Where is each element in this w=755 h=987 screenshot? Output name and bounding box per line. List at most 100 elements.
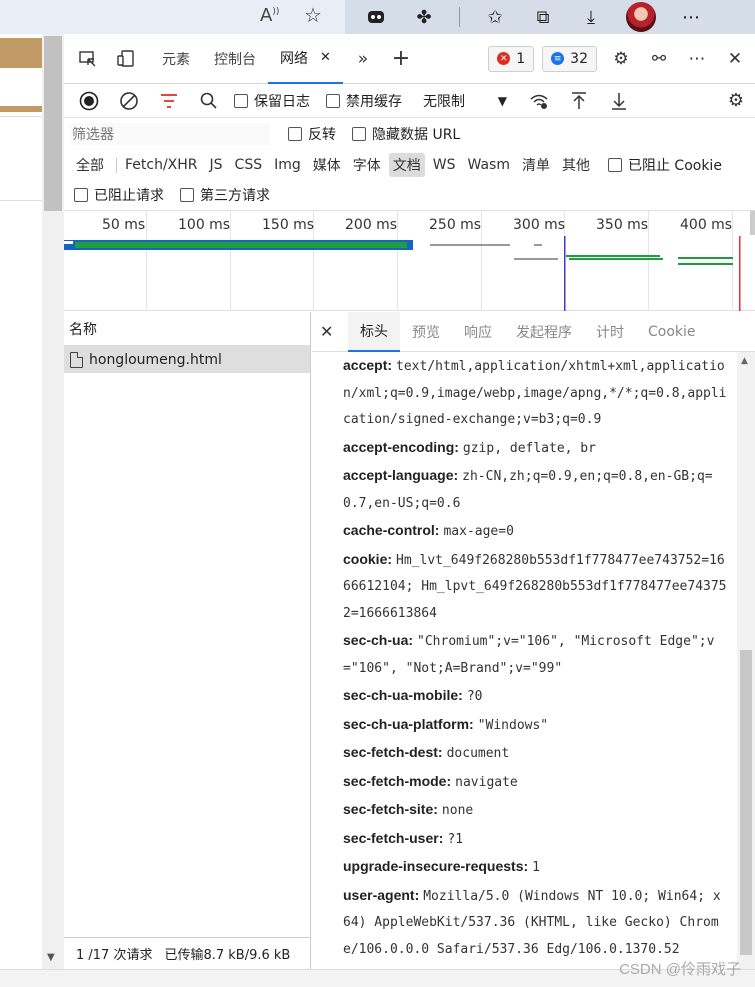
scrollbar-thumb[interactable] — [44, 36, 62, 211]
header-row: sec-fetch-user: ?1 — [343, 825, 728, 854]
message-count: 32 — [570, 50, 588, 67]
favorites-icon[interactable]: ✩ — [482, 4, 508, 30]
close-icon[interactable]: ✕ — [320, 50, 331, 65]
error-count: 1 — [516, 50, 526, 67]
divider — [459, 7, 460, 27]
type-all[interactable]: 全部 — [72, 153, 108, 177]
filter-input[interactable] — [70, 123, 270, 145]
waterfall-bar — [678, 263, 733, 265]
network-conditions-icon[interactable] — [524, 86, 554, 116]
devtools-tabbar: 元素 控制台 网络 ✕ » + ✕ 1 ≡ 32 ⚙ ⚯ ⋯ ✕ — [64, 33, 755, 84]
type-fetch-xhr[interactable]: Fetch/XHR — [121, 155, 202, 175]
blocked-filters-row: 已阻止请求 第三方请求 — [64, 180, 755, 210]
type-css[interactable]: CSS — [231, 155, 267, 175]
page-scrollbar[interactable]: ▼ — [42, 34, 64, 969]
third-party-checkbox[interactable]: 第三方请求 — [180, 185, 270, 205]
checkbox-box[interactable] — [74, 188, 88, 202]
tab-elements[interactable]: 元素 — [150, 34, 202, 84]
avatar[interactable] — [626, 2, 656, 32]
tick-label: 350 ms — [596, 217, 649, 233]
checkbox-box[interactable] — [234, 93, 248, 108]
tab-console[interactable]: 控制台 — [202, 34, 268, 84]
details-scrollbar[interactable]: ▲ — [737, 352, 755, 969]
add-tab-icon[interactable]: + — [387, 45, 415, 73]
network-settings-gear-icon[interactable]: ⚙ — [721, 86, 751, 116]
type-js[interactable]: JS — [206, 155, 227, 175]
checkbox-label: 反转 — [308, 127, 336, 143]
favorite-add-icon[interactable]: ☆ — [304, 3, 322, 27]
close-devtools-icon[interactable]: ✕ — [721, 45, 749, 73]
waterfall-bar — [534, 244, 542, 246]
customize-icon[interactable]: ⚯ — [645, 45, 673, 73]
timeline-overview[interactable]: 50 ms 100 ms 150 ms 200 ms 250 ms 300 ms… — [64, 210, 755, 311]
type-manifest[interactable]: 清单 — [518, 153, 554, 177]
checkbox-box[interactable] — [326, 93, 340, 108]
tick-label: 100 ms — [178, 217, 231, 233]
message-badge[interactable]: ≡ 32 — [542, 45, 597, 72]
search-icon[interactable] — [194, 86, 224, 116]
puzzle-icon[interactable]: ✤ — [411, 4, 437, 30]
tab-response[interactable]: 响应 — [452, 312, 504, 352]
more-options-icon[interactable]: ⋯ — [683, 45, 711, 73]
type-other[interactable]: 其他 — [558, 153, 594, 177]
overview-scrollbar[interactable] — [750, 211, 755, 235]
header-key: accept: — [343, 357, 393, 373]
type-img[interactable]: Img — [270, 155, 305, 175]
header-row: sec-fetch-site: none — [343, 796, 728, 825]
checkbox-box[interactable] — [607, 158, 622, 172]
waterfall-bar — [514, 258, 558, 260]
extension-icon[interactable] — [363, 4, 389, 30]
waterfall-bar — [430, 244, 510, 246]
device-toolbar-icon[interactable] — [112, 45, 140, 73]
header-value: none — [441, 803, 474, 818]
checkbox-box[interactable] — [352, 127, 366, 141]
type-font[interactable]: 字体 — [349, 153, 385, 177]
request-row[interactable]: hongloumeng.html — [64, 346, 310, 373]
read-aloud-icon[interactable]: A)) — [260, 5, 279, 26]
request-details: ✕ 标头 预览 响应 发起程序 计时 Cookie accept: text/ht… — [312, 311, 755, 969]
column-header-name[interactable]: 名称 — [64, 312, 310, 346]
throttling-select[interactable]: 无限制 ▼ — [418, 88, 512, 114]
blocked-requests-checkbox[interactable]: 已阻止请求 — [74, 185, 164, 205]
type-wasm[interactable]: Wasm — [464, 155, 514, 175]
type-doc[interactable]: 文档 — [388, 153, 425, 177]
tab-preview[interactable]: 预览 — [400, 312, 452, 352]
downloads-icon[interactable]: ⤓ — [578, 4, 604, 30]
checkbox-label: 保留日志 — [254, 93, 310, 110]
tab-cookies[interactable]: Cookie — [636, 312, 708, 352]
tab-headers[interactable]: 标头 — [348, 311, 400, 352]
more-icon[interactable]: ⋯ — [678, 4, 704, 30]
type-media[interactable]: 媒体 — [309, 153, 345, 177]
clear-icon[interactable] — [114, 86, 144, 116]
checkbox-box[interactable] — [180, 188, 194, 202]
header-key: user-agent: — [343, 886, 420, 903]
error-badge[interactable]: ✕ 1 — [488, 45, 535, 72]
blocked-cookies-checkbox[interactable]: 已阻止 Cookie — [607, 155, 722, 175]
checkbox-box[interactable] — [288, 127, 302, 141]
inspect-icon[interactable] — [74, 45, 102, 73]
preserve-log-checkbox[interactable]: 保留日志 — [234, 91, 310, 111]
header-key: cookie: — [343, 550, 393, 567]
tab-initiator[interactable]: 发起程序 — [504, 312, 584, 352]
scrollbar-thumb[interactable] — [740, 650, 752, 955]
close-icon[interactable]: ✕ — [320, 322, 340, 341]
invert-checkbox[interactable]: 反转 — [288, 124, 336, 144]
disable-cache-checkbox[interactable]: 禁用缓存 — [326, 91, 402, 111]
scroll-up-icon[interactable]: ▲ — [741, 356, 748, 366]
scroll-down-icon[interactable]: ▼ — [47, 952, 55, 963]
settings-gear-icon[interactable]: ⚙ — [607, 45, 635, 73]
header-key: sec-ch-ua-platform: — [343, 715, 474, 732]
page-content-strip: ▼ — [0, 34, 64, 969]
tab-timing[interactable]: 计时 — [584, 312, 636, 352]
more-tabs-icon[interactable]: » — [349, 45, 377, 73]
hide-data-url-checkbox[interactable]: 隐藏数据 URL — [352, 124, 460, 144]
collections-icon[interactable]: ⧉ — [530, 4, 556, 30]
record-icon[interactable] — [74, 86, 104, 116]
import-har-icon[interactable] — [564, 86, 594, 116]
tab-network[interactable]: 网络 ✕ — [268, 33, 343, 84]
type-ws[interactable]: WS — [429, 155, 460, 175]
export-har-icon[interactable] — [604, 86, 634, 116]
header-key: upgrade-insecure-requests: — [343, 858, 529, 874]
filter-icon[interactable] — [154, 86, 184, 116]
header-row: sec-fetch-dest: document — [343, 739, 728, 768]
